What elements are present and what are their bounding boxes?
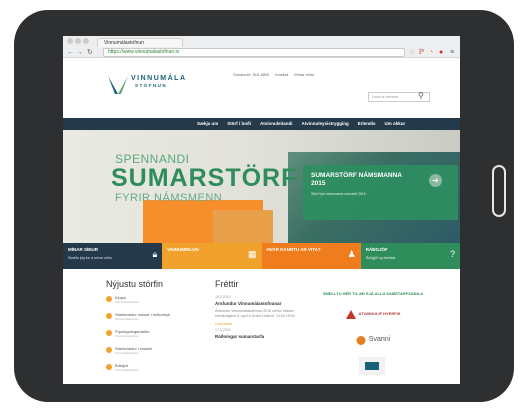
menu-item-jobseeker[interactable]: Atvinnuleitandi bbox=[260, 118, 293, 130]
partner-logo[interactable]: ATVINNULÍF HVERFIS bbox=[318, 304, 428, 324]
logo-text-top: VINNUMÁLA bbox=[131, 75, 187, 82]
minimize-window-icon[interactable] bbox=[75, 38, 81, 44]
news: Fréttir 18.3.2015 Ársfundur Vinnumálasto… bbox=[215, 279, 307, 342]
news-date: 17.3.2015 bbox=[215, 328, 231, 332]
job-sub: Vinnumálastofnun bbox=[115, 368, 139, 372]
tile-title: MÍNAR SÍÐUR bbox=[68, 247, 98, 252]
bookmark-star-icon[interactable]: ☆ bbox=[409, 48, 415, 57]
back-icon[interactable]: ← bbox=[67, 48, 74, 57]
news-date: 18.3.2015 bbox=[215, 295, 231, 299]
job-sub: Vinnumálastofnun bbox=[115, 317, 139, 321]
partner-name: ATVINNULÍF HVERFIS bbox=[358, 311, 401, 316]
my-pages-link[interactable]: Mínar síður bbox=[294, 72, 314, 77]
main-menu: Sækja um Störf í boði Atvinnuleitandi At… bbox=[63, 118, 460, 130]
tile-job-placement[interactable]: VINNUMIÐLUN ▦ bbox=[162, 243, 262, 269]
job-sub: Vinnumálastofnun bbox=[115, 300, 139, 304]
menu-icon[interactable]: ≡ bbox=[450, 48, 454, 57]
hero-box-text: Störf fyrir námsmenn sumarið 2015 bbox=[311, 192, 366, 196]
partner-logo[interactable]: Svanni bbox=[318, 330, 428, 350]
tile-my-pages[interactable]: MÍNAR SÍÐUR Skráðu þig inn á mínar síður… bbox=[63, 243, 163, 269]
list-item[interactable]: Kjúpsi Vinnumálastofnun bbox=[106, 295, 218, 309]
list-item[interactable]: Starfsmaður óskast í mötuneyti Vinnumálas… bbox=[106, 312, 218, 326]
menu-item-apply[interactable]: Sækja um bbox=[197, 118, 218, 130]
help-icon: ? bbox=[449, 249, 455, 259]
extension-icon-1[interactable]: ℙ bbox=[419, 48, 424, 57]
list-item[interactable]: Pípulagningamaður Vinnumálastofnun bbox=[106, 329, 218, 343]
partners-heading[interactable]: SMELLTU HÉR TIL AÐ SJÁ ALLA SAMSTARFSAÐI… bbox=[318, 291, 428, 296]
job-sub: Vinnumálastofnun bbox=[115, 351, 139, 355]
calendar-icon: ▦ bbox=[247, 249, 257, 259]
top-links: Símaborð: 515 4800 Innskrá Mínar síður bbox=[233, 72, 315, 77]
tile-title: VINNUMIÐLUN bbox=[167, 247, 199, 252]
url-text: https://www.vinnumalastofnun.is bbox=[108, 49, 180, 55]
tile-subtitle: Ráðgjöf og fræðsla bbox=[365, 256, 396, 260]
phone-link[interactable]: Símaborð: 515 4800 bbox=[233, 72, 269, 77]
extension-icon-3[interactable]: ● bbox=[439, 48, 443, 57]
lock-icon: 🔒︎ bbox=[152, 249, 158, 259]
home-button[interactable] bbox=[492, 165, 506, 217]
partner-mark-icon bbox=[356, 335, 366, 345]
extension-icon-2[interactable]: ◔ bbox=[429, 48, 433, 57]
bullet-icon bbox=[106, 330, 112, 336]
logo-text-bottom: STOFNUN bbox=[135, 83, 168, 88]
list-item[interactable]: Bílstjóri Vinnumálastofnun bbox=[106, 363, 218, 377]
bullet-icon bbox=[106, 296, 112, 302]
hero-line-3: FYRIR NÁMSMENN bbox=[115, 192, 223, 204]
tab-title: Vinnumálastofnun bbox=[104, 40, 144, 46]
close-window-icon[interactable] bbox=[67, 38, 73, 44]
search-icon[interactable]: ⚲ bbox=[418, 91, 424, 100]
latest-jobs: Nýjustu störfin Kjúpsi Vinnumálastofnun S… bbox=[106, 279, 218, 380]
maximize-window-icon[interactable] bbox=[83, 38, 89, 44]
quick-links: MÍNAR SÍÐUR Skráðu þig inn á mínar síður… bbox=[63, 243, 460, 269]
partner-mark-icon bbox=[358, 357, 385, 375]
menu-item-abroad[interactable]: Erlendis bbox=[358, 118, 376, 130]
tile-title: HVAR KANNTU AÐ VITA? bbox=[266, 247, 321, 252]
partner-mark-icon bbox=[345, 309, 356, 319]
latest-jobs-heading: Nýjustu störfin bbox=[106, 279, 164, 289]
menu-item-about[interactable]: Um okkur bbox=[385, 118, 406, 130]
tile-title: RÁÐGJÖF bbox=[365, 247, 388, 252]
partner-name: Svanni bbox=[368, 336, 391, 343]
website: VINNUMÁLA STOFNUN Símaborð: 515 4800 Inn… bbox=[63, 58, 460, 384]
hero-box-title: SUMARSTÖRF NÁMSMANNA 2015 bbox=[311, 172, 402, 187]
hero-decoration bbox=[213, 210, 273, 243]
forward-icon[interactable]: → bbox=[76, 48, 83, 57]
reload-icon[interactable]: ↻ bbox=[87, 48, 93, 57]
partners: SMELLTU HÉR TIL AÐ SJÁ ALLA SAMSTARFSAÐI… bbox=[318, 291, 428, 382]
news-title[interactable]: Ráðningar sumarstarfa bbox=[215, 334, 307, 339]
news-body: Ársfundur Vinnumálastofnunar 2015 verður… bbox=[215, 309, 296, 318]
tile-info[interactable]: HVAR KANNTU AÐ VITA? ♟ bbox=[261, 243, 361, 269]
tile-subtitle: Skráðu þig inn á mínar síður bbox=[68, 256, 112, 260]
logo-icon[interactable] bbox=[107, 74, 129, 96]
bullet-icon bbox=[106, 313, 112, 319]
bullet-icon bbox=[106, 364, 112, 370]
browser-navbar: ← → ↻ https://www.vinnumalastofnun.is bbox=[63, 47, 460, 58]
hero-line-2: SUMARSTÖRF bbox=[111, 164, 298, 192]
list-item[interactable]: Starfsmaður í bakaríi Vinnumálastofnun bbox=[106, 346, 218, 360]
login-link[interactable]: Innskrá bbox=[275, 72, 288, 77]
browser-chrome: Vinnumálastofnun ← → ↻ https://www.vinnu… bbox=[63, 36, 460, 58]
url-bar[interactable]: https://www.vinnumalastofnun.is bbox=[103, 48, 405, 57]
partner-logo[interactable] bbox=[318, 356, 428, 376]
search-placeholder: Leita á vefnum bbox=[372, 94, 399, 99]
menu-item-insurance[interactable]: Atvinnuleysistrygging bbox=[302, 118, 349, 130]
read-more-link[interactable]: Lesa meira bbox=[215, 322, 307, 326]
browser-tab[interactable]: Vinnumálastofnun bbox=[97, 38, 183, 47]
bullet-icon bbox=[106, 347, 112, 353]
menu-item-jobs[interactable]: Störf í boði bbox=[227, 118, 251, 130]
content-area: Nýjustu störfin Kjúpsi Vinnumálastofnun S… bbox=[63, 269, 460, 384]
news-heading: Fréttir bbox=[215, 279, 239, 289]
job-sub: Vinnumálastofnun bbox=[115, 334, 139, 338]
browser-screen: Vinnumálastofnun ← → ↻ https://www.vinnu… bbox=[63, 36, 460, 384]
person-icon: ♟ bbox=[347, 249, 356, 259]
hero-banner[interactable]: SPENNANDI SUMARSTÖRF FYRIR NÁMSMENN SUMA… bbox=[63, 130, 460, 243]
arrow-right-icon[interactable]: ➜ bbox=[429, 174, 442, 187]
tile-counseling[interactable]: RÁÐGJÖF Ráðgjöf og fræðsla ? bbox=[360, 243, 460, 269]
news-title[interactable]: Ársfundur Vinnumálastofnunar bbox=[215, 301, 307, 306]
